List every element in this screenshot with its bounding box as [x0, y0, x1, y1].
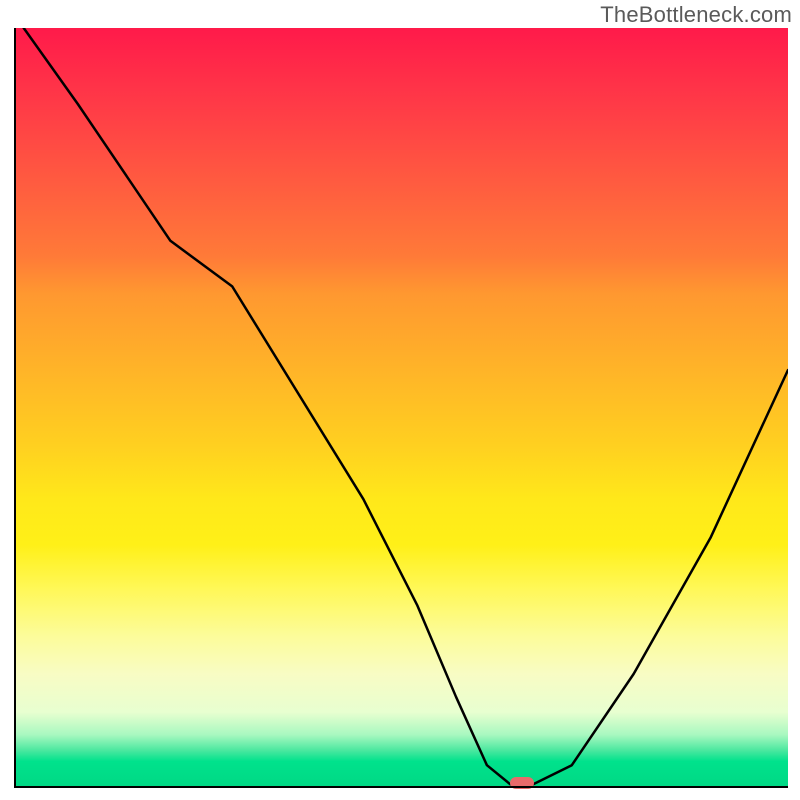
x-axis	[14, 786, 788, 788]
chart-container: TheBottleneck.com	[0, 0, 800, 800]
bottleneck-curve	[16, 28, 788, 788]
watermark-text: TheBottleneck.com	[600, 2, 792, 28]
y-axis	[14, 28, 16, 788]
